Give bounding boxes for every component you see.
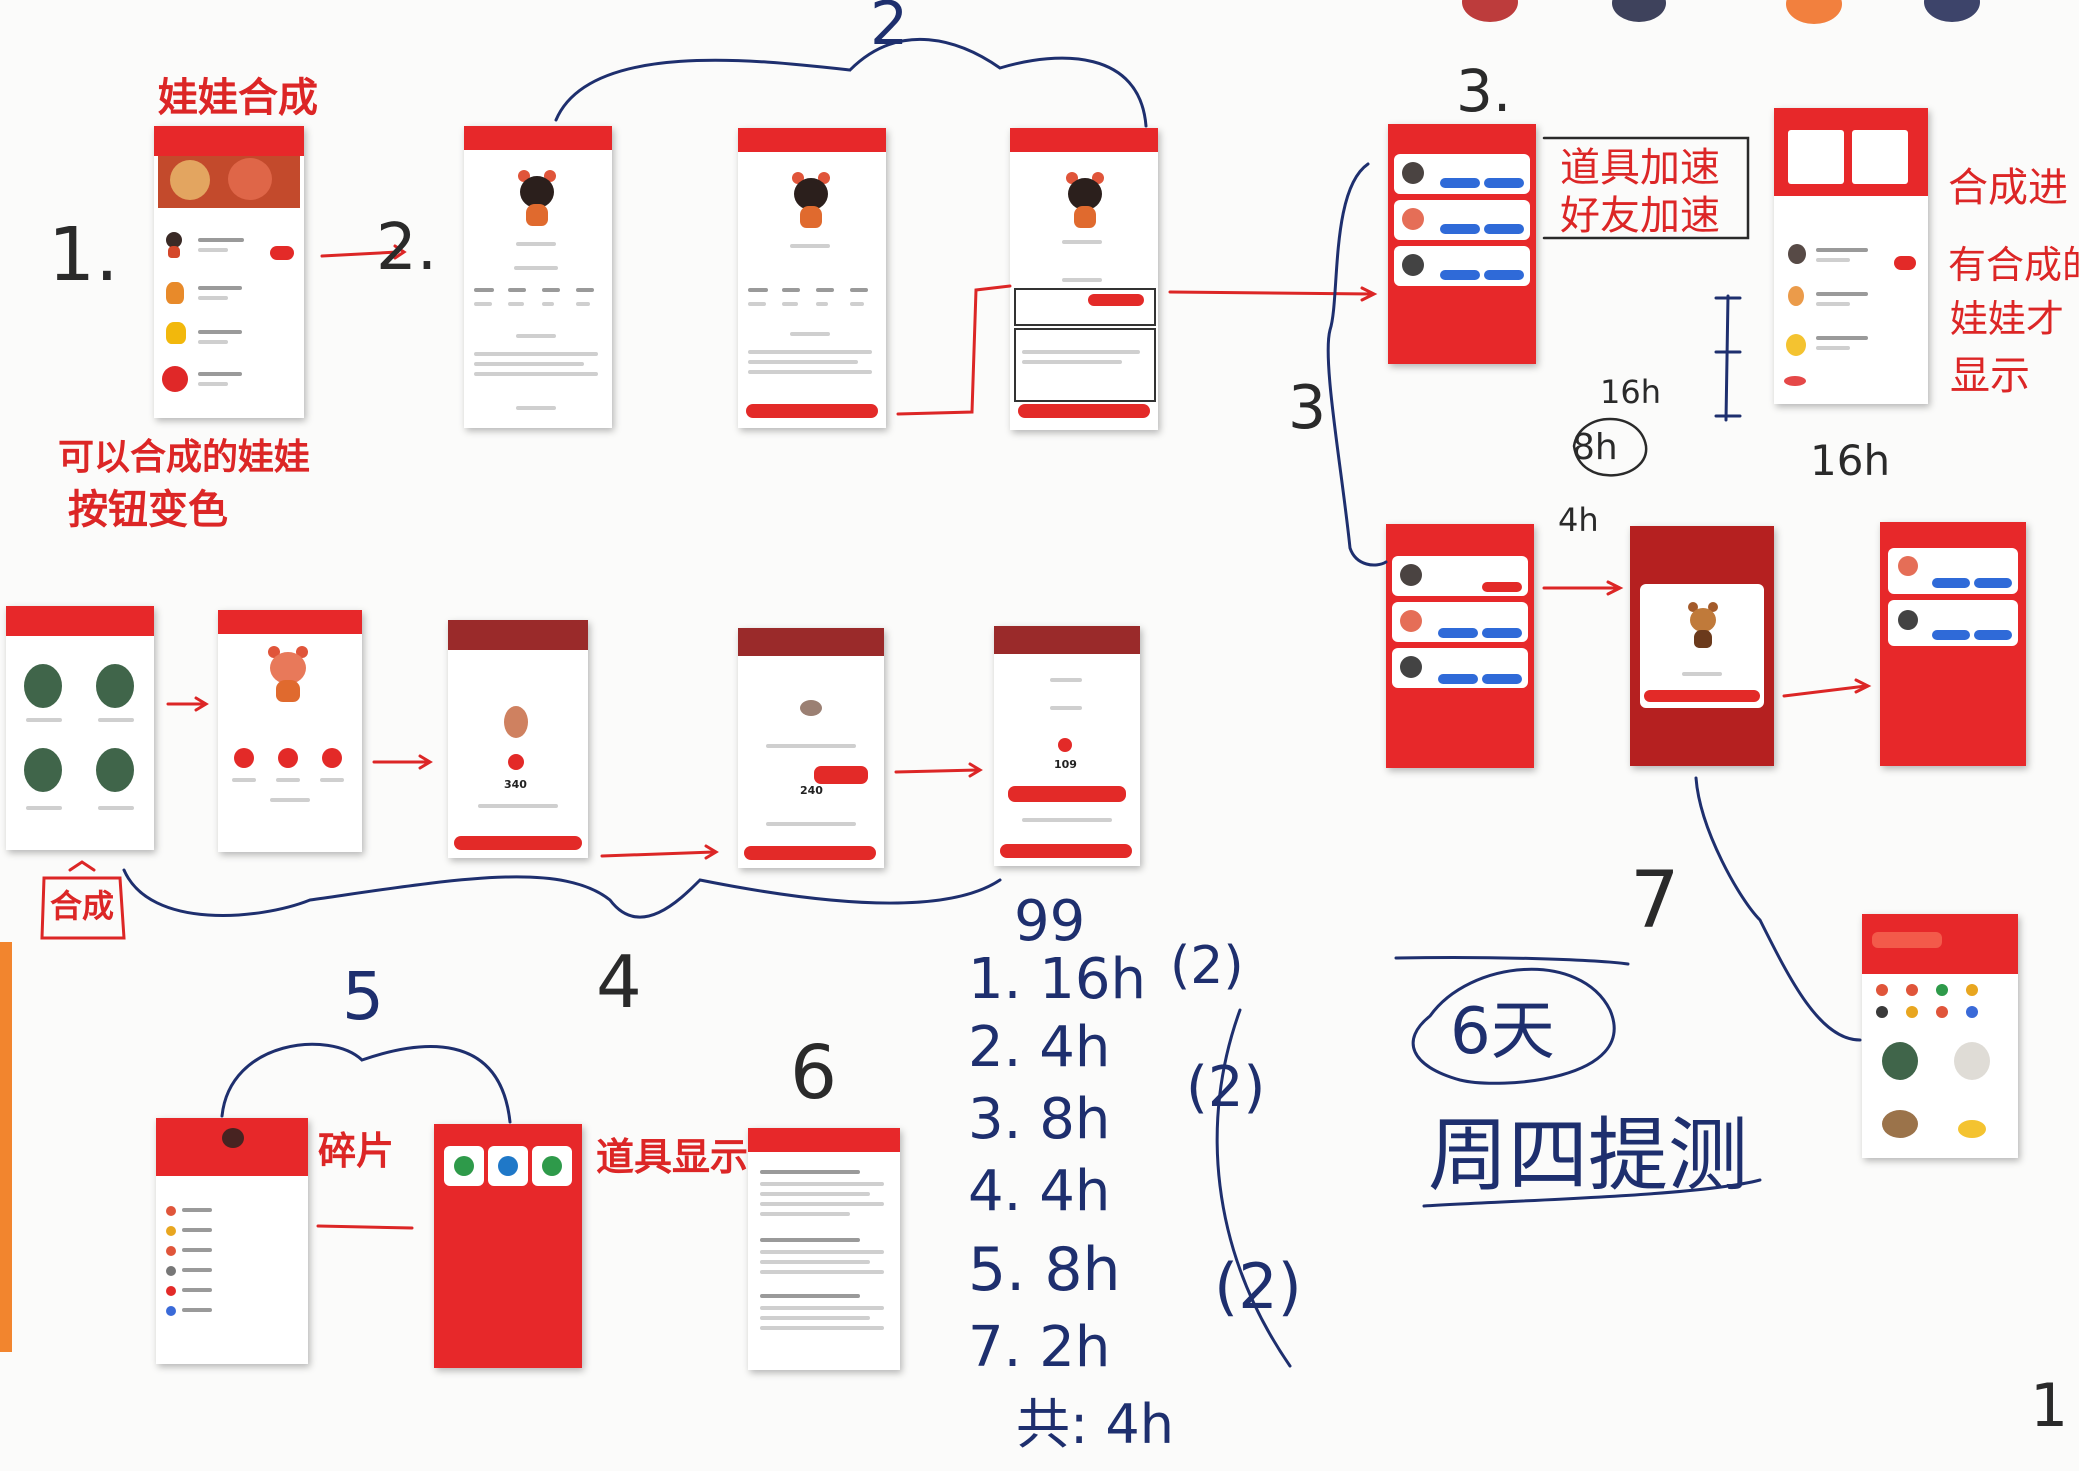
action-button[interactable] — [1008, 786, 1126, 802]
ok-button[interactable] — [1644, 690, 1760, 702]
estimate-3: 3. 8h — [968, 1087, 1111, 1152]
open-button[interactable] — [454, 836, 582, 850]
screen-synth-progress — [1774, 108, 1928, 404]
screen-doll-detail-b — [738, 128, 886, 428]
friend-speedup-button[interactable] — [1974, 630, 2012, 640]
screen-home — [1862, 914, 2018, 1158]
screen-doll-detail-c — [1010, 128, 1158, 430]
estimate-5: 5. 8h — [968, 1235, 1121, 1305]
note-only-show-3: 显示 — [1950, 353, 2030, 399]
hours-4h-small: 4h — [1558, 501, 1599, 539]
note-synth-progress: 合成进 — [1948, 165, 2068, 211]
estimate-4: 4. 4h — [968, 1159, 1111, 1224]
prop-speedup-button[interactable] — [1440, 224, 1480, 234]
open-button[interactable] — [1000, 844, 1132, 858]
note-thursday-test: 周四提测 — [1428, 1109, 1748, 1202]
step-2: 2. — [376, 211, 438, 285]
confirm-button[interactable] — [1088, 294, 1144, 306]
friend-speedup-button[interactable] — [1484, 270, 1524, 280]
screen-speedup-list — [1388, 124, 1536, 364]
step-1: 1. — [48, 212, 119, 298]
friend-speedup-button[interactable] — [1484, 178, 1524, 188]
slot-box — [1788, 130, 1844, 184]
value-340: 340 — [504, 778, 527, 791]
screen-doll-detail-a — [464, 126, 612, 428]
note-only-show-1: 有合成的 — [1948, 243, 2079, 287]
friend-speedup-button[interactable] — [1482, 628, 1522, 638]
prop-speedup-button[interactable] — [1440, 270, 1480, 280]
fragment-slot[interactable] — [234, 748, 254, 768]
friend-speedup-button[interactable] — [1974, 578, 2012, 588]
step-7: 7 — [1630, 856, 1680, 946]
note-props-display: 道具显示 — [596, 1135, 749, 1179]
note-only-show-2: 娃娃才 — [1950, 297, 2065, 341]
step-4: 4 — [596, 940, 642, 1024]
value-240: 240 — [800, 784, 823, 797]
claim-button[interactable] — [1482, 582, 1522, 592]
note-six-days: 6天 — [1450, 995, 1555, 1069]
value-109: 109 — [1054, 758, 1077, 771]
prop-speedup-button[interactable] — [1438, 674, 1478, 684]
synth-button[interactable] — [1894, 256, 1916, 270]
note-friend-speedup: 好友加速 — [1560, 193, 1720, 239]
estimate-1: 1. 16h — [968, 947, 1146, 1012]
prop-speedup-button[interactable] — [1932, 630, 1970, 640]
popup-dialog-lower — [1014, 328, 1156, 402]
friend-speedup-button[interactable] — [1482, 674, 1522, 684]
estimate-2: 2. 4h — [968, 1015, 1111, 1080]
note-prop-speedup: 道具加速 — [1560, 145, 1720, 191]
prop-speedup-button[interactable] — [1932, 578, 1970, 588]
friend-speedup-button[interactable] — [1484, 224, 1524, 234]
estimate-7: 7. 2h — [968, 1315, 1111, 1380]
synth-button[interactable] — [270, 246, 294, 260]
note-fragments: 碎片 — [318, 1129, 395, 1173]
synth-main-button[interactable] — [746, 404, 878, 418]
screen-fragment-detail — [218, 610, 362, 852]
hours-16h-side: 16h — [1810, 436, 1891, 485]
estimate-5-note: (2) — [1214, 1250, 1302, 1323]
step-2-top: 2 — [870, 0, 909, 59]
screen-doll-grid — [6, 606, 154, 850]
step-3-side: 3 — [1288, 373, 1327, 443]
note-doll-synthesis: 娃娃合成 — [158, 75, 318, 121]
orange-edge-strip — [0, 942, 12, 1352]
step-6: 6 — [790, 1030, 838, 1116]
slash-one: 1 — [2030, 1371, 2069, 1441]
note-can-synthesize-1: 可以合成的娃娃 — [58, 437, 311, 478]
fragment-slot[interactable] — [322, 748, 342, 768]
estimate-2-note: (2) — [1186, 1055, 1266, 1120]
darkblue-magnet — [1924, 0, 1980, 22]
synth-main-button[interactable] — [1018, 404, 1150, 418]
red-magnet — [1462, 0, 1518, 22]
prop-speedup-button[interactable] — [1440, 178, 1480, 188]
screen-doll-synthesis — [154, 126, 304, 418]
screen-props-display — [434, 1124, 582, 1368]
screen-blind-box-b: 240 — [738, 628, 884, 868]
step-3: 3. — [1456, 57, 1512, 125]
screen-blind-box-a: 340 — [448, 620, 588, 858]
navy-magnet — [1612, 0, 1666, 22]
screen-speedup-list-c — [1880, 522, 2026, 766]
hours-16h-small: 16h — [1600, 373, 1661, 411]
water-drop-icon — [498, 1156, 518, 1176]
slot-box — [1852, 130, 1908, 184]
screen-rules-text — [748, 1128, 900, 1370]
orange-magnet — [1786, 0, 1842, 24]
screen-fragments-list — [156, 1118, 308, 1364]
open-button[interactable] — [744, 846, 876, 860]
screen-synth-result — [1630, 526, 1774, 766]
step-5: 5 — [342, 958, 384, 1035]
prop-speedup-button[interactable] — [1438, 628, 1478, 638]
confirm-button[interactable] — [814, 766, 868, 784]
screen-speedup-list-b — [1386, 524, 1534, 768]
estimate-1-note: (2) — [1170, 936, 1244, 996]
estimate-total: 共: 4h — [1016, 1393, 1174, 1456]
note-can-synthesize-2: 按钮变色 — [68, 487, 228, 533]
note-synth-badge: 合成 — [50, 887, 115, 925]
tally-99: 99 — [1014, 889, 1086, 954]
screen-blind-box-c: 109 — [994, 626, 1140, 866]
fragment-slot[interactable] — [278, 748, 298, 768]
hours-8h-small: 8h — [1572, 427, 1618, 468]
